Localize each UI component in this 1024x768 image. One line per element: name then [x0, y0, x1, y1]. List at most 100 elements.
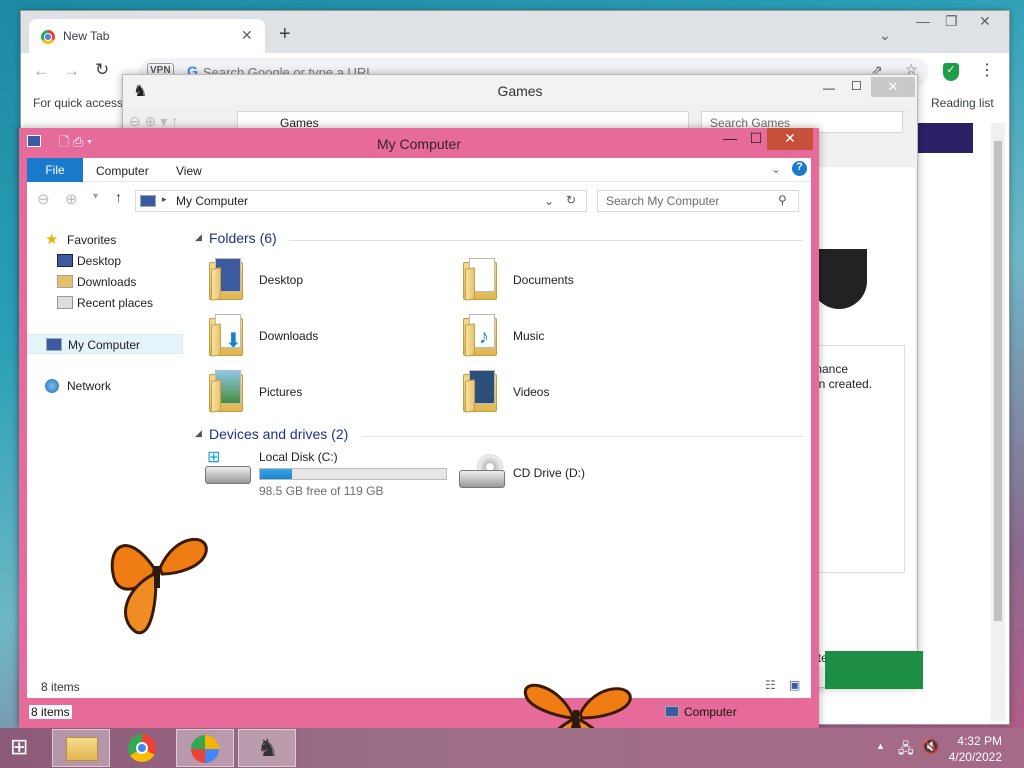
sidebar-label: Desktop: [77, 254, 122, 268]
folders-group-header[interactable]: Folders (6): [209, 230, 277, 246]
search-icon[interactable]: ⚲: [778, 193, 787, 207]
shield-extension-icon[interactable]: ✓: [943, 63, 959, 81]
ribbon-tab-file[interactable]: File: [27, 158, 83, 182]
up-icon[interactable]: ↑: [115, 189, 122, 205]
maximize-icon[interactable]: ❐: [945, 13, 958, 30]
star-icon: ★: [45, 231, 59, 248]
ribbon-tab-view[interactable]: View: [176, 164, 202, 178]
navigation-bar: ⊖ ⊕ ▾ ↑ ▸ My Computer ⌄ ↻ Search My Comp…: [27, 182, 811, 218]
outer-status-bar: 8 items Computer: [19, 700, 819, 724]
help-icon[interactable]: ?: [792, 161, 807, 176]
taskbar-clock[interactable]: 4:32 PM 4/20/2022: [949, 733, 1002, 765]
folder-label: Documents: [513, 273, 574, 287]
mycomputer-title: My Computer: [376, 136, 462, 152]
games-minimize-icon[interactable]: —: [823, 81, 835, 95]
drive-usage-bar: [259, 468, 447, 480]
documents-folder-icon: [463, 256, 501, 301]
forward-icon[interactable]: →: [63, 61, 80, 81]
details-view-icon[interactable]: ☷: [765, 678, 776, 692]
search-input[interactable]: Search My Computer ⚲: [597, 190, 799, 212]
forward-icon[interactable]: ⊕: [65, 190, 78, 208]
sidebar-item-network[interactable]: Network: [45, 376, 165, 396]
downloads-icon: [57, 275, 73, 288]
ribbon: File Computer View ⌄ ?: [27, 158, 811, 182]
large-icons-view-icon[interactable]: ▣: [789, 678, 800, 692]
desktop-icon: [57, 254, 73, 267]
start-windows-icon[interactable]: ⊞: [10, 735, 28, 759]
vpn-app-icon: [191, 735, 219, 763]
outer-item-count: 8 items: [29, 705, 72, 719]
tab-title: New Tab: [63, 29, 110, 43]
drive-label: CD Drive (D:): [513, 466, 585, 480]
games-maximize-icon[interactable]: ☐: [851, 79, 862, 93]
bookmarks-hint: For quick access,: [33, 96, 127, 110]
games-app-icon: ♞: [133, 83, 148, 100]
taskbar-games[interactable]: ♞: [238, 729, 296, 767]
sidebar-label: Recent places: [77, 296, 154, 310]
mycomputer-close-button[interactable]: ✕: [767, 128, 813, 150]
minimize-icon[interactable]: —: [916, 13, 930, 29]
reload-icon[interactable]: ↻: [95, 60, 109, 80]
group-divider: [289, 240, 803, 241]
file-explorer-icon: [66, 737, 98, 761]
address-bar[interactable]: ▸ My Computer ⌄ ↻: [135, 190, 587, 212]
taskbar-vpn-app[interactable]: [176, 729, 234, 767]
sidebar-item-downloads[interactable]: Downloads: [57, 272, 177, 292]
sidebar-label: Downloads: [77, 275, 137, 289]
recent-locations-icon[interactable]: ▾: [93, 191, 98, 202]
ribbon-tab-computer[interactable]: Computer: [96, 164, 149, 178]
folder-label: Downloads: [259, 329, 319, 343]
collapse-folders-icon[interactable]: ◢: [195, 232, 202, 243]
clock-time: 4:32 PM: [957, 734, 1002, 748]
new-tab-button[interactable]: +: [279, 23, 291, 46]
chess-games-icon: ♞: [257, 735, 279, 762]
games-close-button[interactable]: ✕: [871, 77, 915, 97]
butterfly-decoration-icon: [110, 537, 208, 635]
address-text: My Computer: [176, 194, 249, 208]
games-snippet-2: en created.: [812, 377, 873, 391]
tab-new-tab[interactable]: New Tab ✕: [29, 19, 265, 53]
scrollbar-thumb[interactable]: [994, 141, 1002, 621]
refresh-icon[interactable]: ↻: [566, 193, 576, 207]
breadcrumb-chevron-icon[interactable]: ▸: [162, 194, 167, 205]
local-disk-icon: ⊞: [205, 450, 253, 486]
games-green-bar: [825, 651, 923, 689]
address-dropdown-icon[interactable]: ⌄: [544, 194, 554, 208]
devices-group-header[interactable]: Devices and drives (2): [209, 426, 348, 442]
content-pane: ◢ Folders (6) Desktop Documents ⬇ Downlo…: [193, 218, 811, 698]
status-computer-icon: [665, 706, 679, 717]
games-content-pane: mance en created. uter: [811, 167, 915, 667]
tab-strip: New Tab ✕ + ⌄ — ❐ ✕: [21, 11, 1009, 53]
computer-icon: [46, 338, 62, 351]
tray-expand-icon[interactable]: ▲: [876, 741, 885, 751]
drive-label: Local Disk (C:): [259, 450, 338, 464]
cd-drive-icon: [459, 454, 507, 490]
folder-label: Pictures: [259, 385, 303, 399]
network-tray-icon[interactable]: 🖧: [898, 738, 914, 762]
reading-list-button[interactable]: Reading list: [931, 96, 994, 110]
taskbar-chrome[interactable]: [114, 729, 172, 767]
ribbon-expand-icon[interactable]: ⌄: [771, 162, 781, 176]
back-icon[interactable]: ←: [33, 61, 50, 81]
close-window-icon[interactable]: ✕: [979, 13, 991, 30]
collapse-devices-icon[interactable]: ◢: [195, 428, 202, 439]
folder-label: Desktop: [259, 273, 304, 287]
folder-label: Music: [513, 329, 545, 343]
inner-status-bar: 8 items ☷ ▣: [27, 676, 811, 698]
item-count: 8 items: [41, 680, 80, 694]
back-icon[interactable]: ⊖: [37, 190, 50, 208]
volume-muted-icon[interactable]: 🔇: [922, 738, 939, 755]
tab-search-icon[interactable]: ⌄: [879, 27, 891, 44]
chrome-center-icon: [136, 742, 148, 754]
search-placeholder: Search My Computer: [606, 194, 720, 208]
sidebar-item-recent[interactable]: Recent places: [57, 293, 181, 313]
taskbar-file-explorer[interactable]: [52, 729, 110, 767]
sidebar-item-desktop[interactable]: Desktop: [57, 251, 177, 271]
sidebar-item-mycomputer[interactable]: My Computer: [27, 334, 183, 354]
sidebar-label: Network: [67, 379, 112, 393]
status-location: Computer: [684, 705, 737, 719]
close-tab-icon[interactable]: ✕: [241, 27, 253, 44]
chrome-scrollbar[interactable]: [991, 123, 1005, 721]
games-title: Games: [123, 75, 917, 105]
menu-icon[interactable]: ⋮: [979, 60, 995, 80]
